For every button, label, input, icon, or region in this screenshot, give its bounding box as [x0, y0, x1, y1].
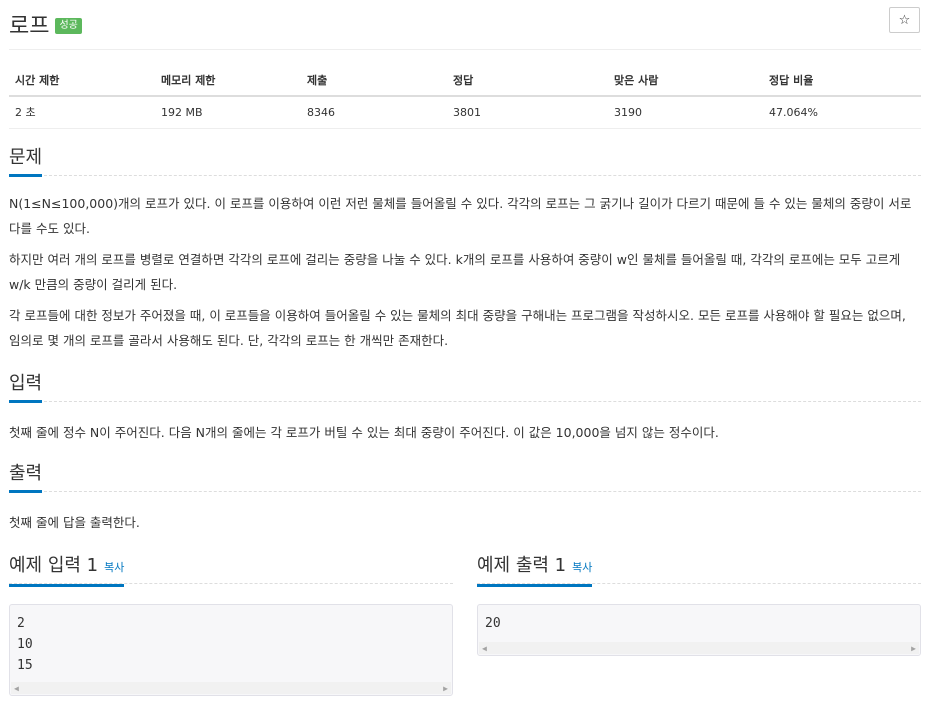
- problem-heading-row: 문제: [9, 146, 921, 177]
- input-description: 첫째 줄에 정수 N이 주어진다. 다음 N개의 줄에는 각 로프가 버틸 수 …: [9, 425, 719, 440]
- example-output-box[interactable]: 20 ◀ ▶: [477, 604, 921, 656]
- example-input-heading: 예제 입력 1 복사: [9, 554, 125, 587]
- scroll-left-icon[interactable]: ◀: [482, 644, 487, 653]
- horizontal-scrollbar[interactable]: ◀ ▶: [479, 642, 919, 654]
- value-accept-ratio: 47.064%: [763, 96, 921, 129]
- problem-header: 로프 성공: [9, 8, 82, 40]
- header-solved-users: 맞은 사람: [608, 66, 763, 97]
- example-output-section: 예제 출력 1 복사: [477, 554, 921, 587]
- info-value-row: 2 초 192 MB 8346 3801 3190 47.064%: [9, 96, 921, 129]
- problem-heading: 문제: [9, 146, 43, 177]
- example-input-content: 2 10 15: [10, 605, 452, 676]
- example-input-heading-row: 예제 입력 1 복사: [9, 554, 453, 587]
- scroll-right-icon[interactable]: ▶: [911, 644, 916, 653]
- star-button[interactable]: ☆: [889, 7, 920, 33]
- example-input-line: 2: [17, 616, 25, 631]
- value-submissions: 8346: [301, 96, 447, 129]
- status-badge: 성공: [55, 18, 82, 34]
- star-icon: ☆: [898, 12, 911, 28]
- example-input-line: 10: [17, 637, 33, 652]
- example-input-title: 예제 입력 1: [9, 555, 99, 576]
- output-description: 첫째 줄에 답을 출력한다.: [9, 515, 140, 530]
- horizontal-scrollbar[interactable]: ◀ ▶: [11, 682, 451, 694]
- example-output-content: 20: [478, 605, 920, 634]
- header-accepted: 정답: [447, 66, 608, 97]
- problem-info-table: 시간 제한 메모리 제한 제출 정답 맞은 사람 정답 비율 2 초 192 M…: [9, 66, 921, 129]
- example-output-title: 예제 출력 1: [477, 555, 567, 576]
- example-output-heading: 예제 출력 1 복사: [477, 554, 593, 587]
- problem-paragraph: 각 로프들에 대한 정보가 주어졌을 때, 이 로프들을 이용하여 들어올릴 수…: [9, 308, 906, 348]
- value-solved-users: 3190: [608, 96, 763, 129]
- header-time-limit: 시간 제한: [9, 66, 155, 97]
- output-section: 출력 첫째 줄에 답을 출력한다.: [9, 462, 921, 535]
- example-output-line: 20: [485, 616, 501, 631]
- value-memory-limit: 192 MB: [155, 96, 301, 129]
- info-header-row: 시간 제한 메모리 제한 제출 정답 맞은 사람 정답 비율: [9, 66, 921, 97]
- input-heading: 입력: [9, 372, 43, 403]
- value-accepted: 3801: [447, 96, 608, 129]
- copy-input-link[interactable]: 복사: [104, 561, 124, 574]
- problem-paragraph: N(1≤N≤100,000)개의 로프가 있다. 이 로프를 이용하여 이런 저…: [9, 196, 912, 236]
- output-heading: 출력: [9, 462, 43, 493]
- header-submissions: 제출: [301, 66, 447, 97]
- header-memory-limit: 메모리 제한: [155, 66, 301, 97]
- example-input-section: 예제 입력 1 복사: [9, 554, 453, 587]
- problem-paragraph: 하지만 여러 개의 로프를 병렬로 연결하면 각각의 로프에 걸리는 중량을 나…: [9, 252, 901, 292]
- scroll-left-icon[interactable]: ◀: [14, 684, 19, 693]
- scroll-right-icon[interactable]: ▶: [443, 684, 448, 693]
- problem-section: 문제 N(1≤N≤100,000)개의 로프가 있다. 이 로프를 이용하여 이…: [9, 146, 921, 353]
- example-input-box[interactable]: 2 10 15 ◀ ▶: [9, 604, 453, 696]
- header-accept-ratio: 정답 비율: [763, 66, 921, 97]
- value-time-limit: 2 초: [9, 96, 155, 129]
- copy-output-link[interactable]: 복사: [572, 561, 592, 574]
- problem-description: N(1≤N≤100,000)개의 로프가 있다. 이 로프를 이용하여 이런 저…: [9, 191, 921, 353]
- example-output-heading-row: 예제 출력 1 복사: [477, 554, 921, 587]
- input-section: 입력 첫째 줄에 정수 N이 주어진다. 다음 N개의 줄에는 각 로프가 버틸…: [9, 372, 921, 445]
- input-heading-row: 입력: [9, 372, 921, 403]
- header-divider: [9, 49, 921, 50]
- output-heading-row: 출력: [9, 462, 921, 493]
- example-input-line: 15: [17, 658, 33, 673]
- page-title: 로프: [9, 14, 50, 39]
